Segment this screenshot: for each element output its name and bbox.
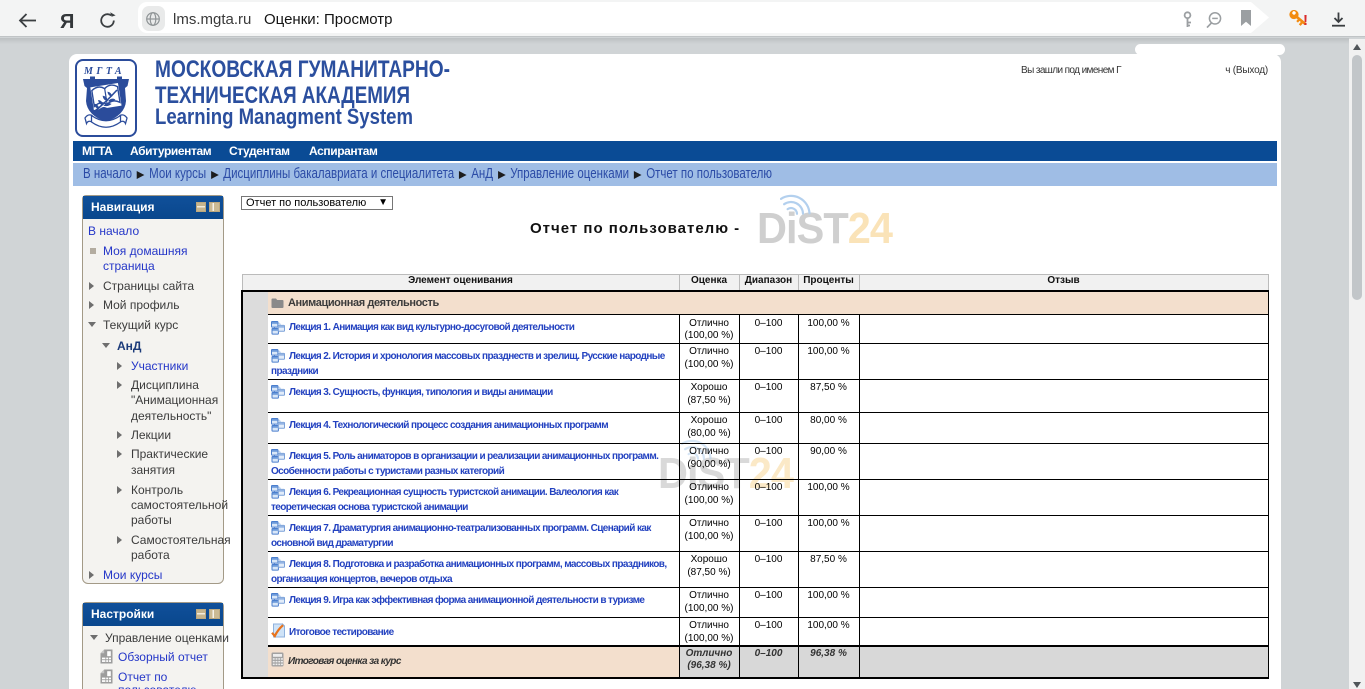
svg-text:!: !: [1303, 12, 1308, 29]
svg-text:МГТА: МГТА: [83, 66, 125, 77]
